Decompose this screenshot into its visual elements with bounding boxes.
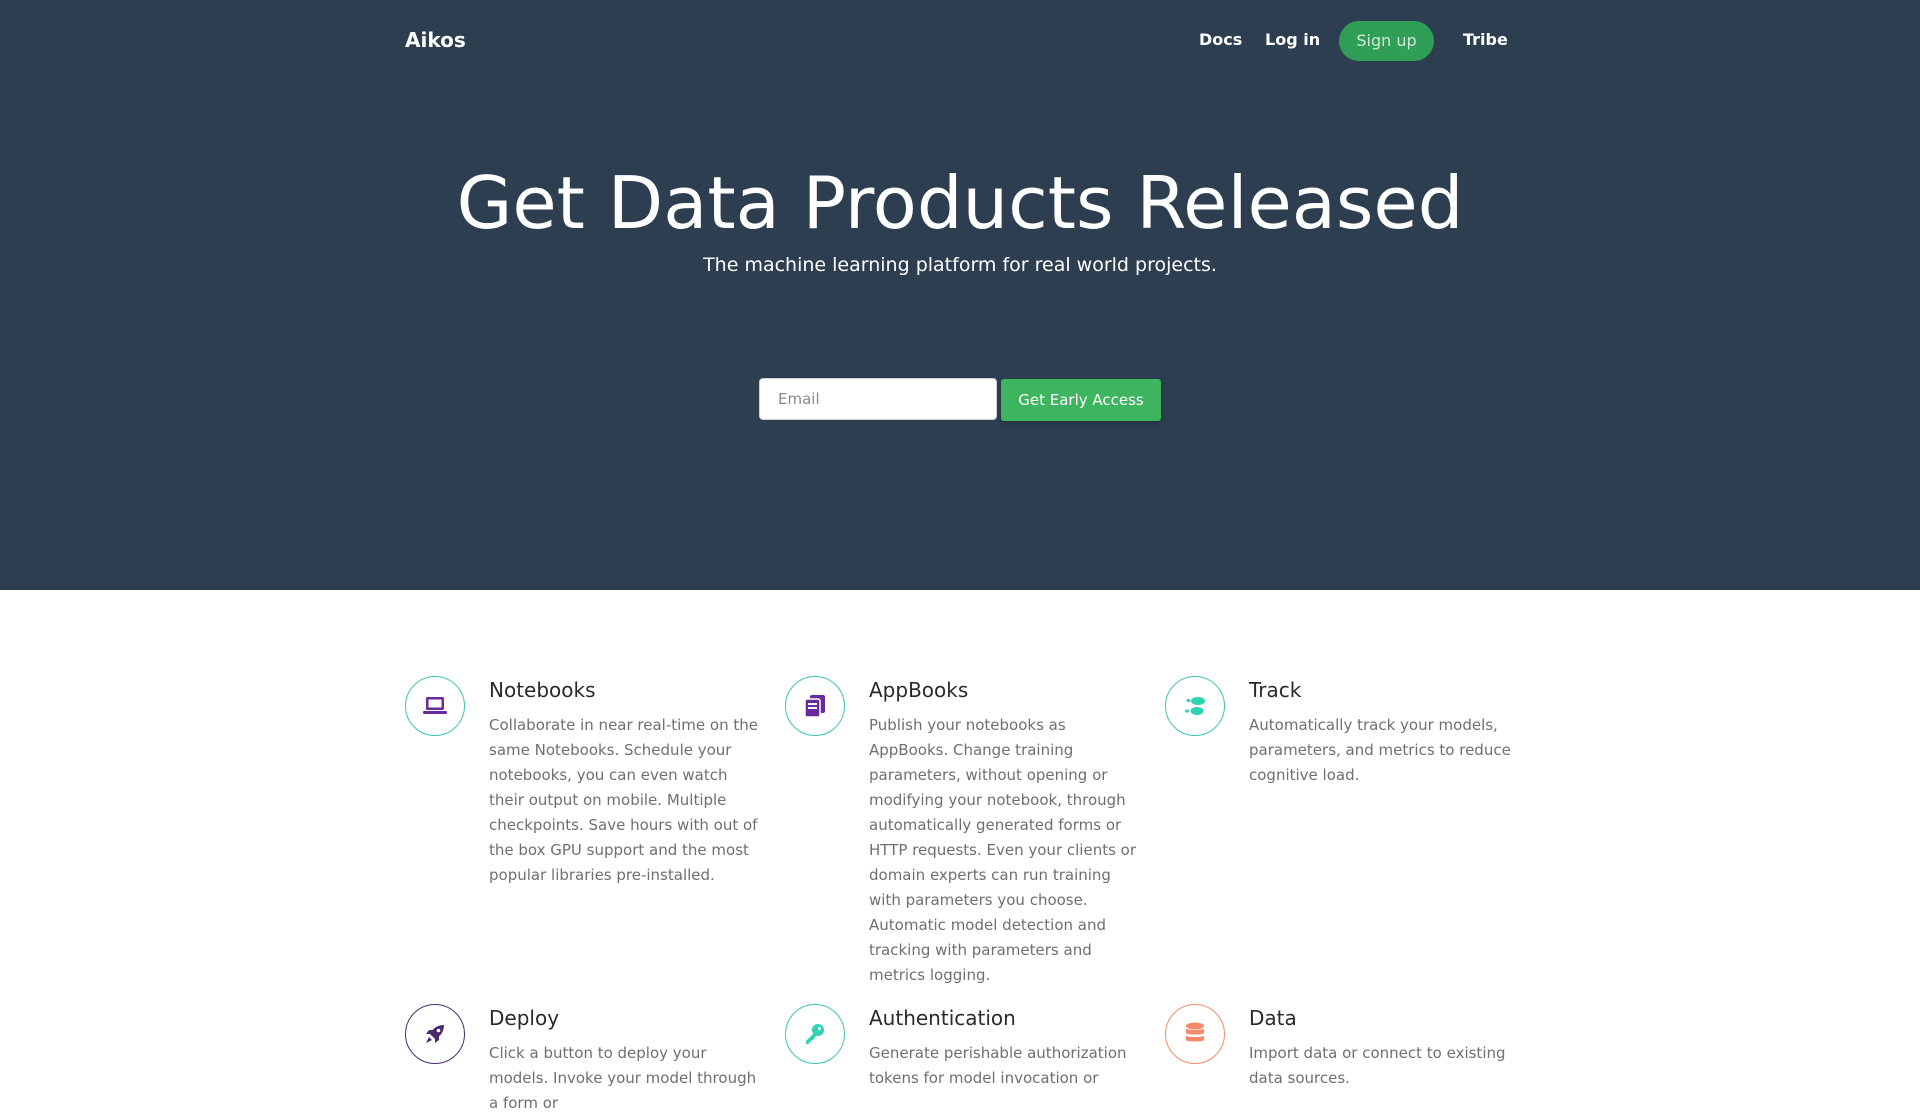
rocket-icon bbox=[405, 1004, 465, 1064]
feature-description: Import data or connect to existing data … bbox=[1249, 1044, 1506, 1087]
feature-description: Publish your notebooks as AppBooks. Chan… bbox=[869, 716, 1137, 984]
feature-description: Automatically track your models, paramet… bbox=[1249, 716, 1511, 784]
database-icon bbox=[1165, 1004, 1225, 1064]
nav-link-tribe[interactable]: Tribe bbox=[1463, 29, 1508, 51]
laptop-icon bbox=[405, 676, 465, 736]
feature-title: Notebooks bbox=[489, 678, 596, 702]
signup-button[interactable]: Sign up bbox=[1339, 21, 1434, 61]
feature-description: Generate perishable authorization tokens… bbox=[869, 1044, 1127, 1087]
hero-title: Get Data Products Released bbox=[456, 161, 1464, 245]
hero-section: Aikos Docs Log in Sign up Tribe Get Data… bbox=[0, 0, 1920, 590]
key-icon bbox=[785, 1004, 845, 1064]
nav-link-docs[interactable]: Docs bbox=[1199, 29, 1242, 51]
feature-description: Click a button to deploy your models. In… bbox=[489, 1044, 757, 1112]
stacked-pages-icon bbox=[785, 676, 845, 736]
hero-subtitle: The machine learning platform for real w… bbox=[703, 254, 1217, 276]
feature-title: Authentication bbox=[869, 1006, 1016, 1030]
footprints-icon bbox=[1165, 676, 1225, 736]
feature-title: Data bbox=[1249, 1006, 1297, 1030]
brand-logo[interactable]: Aikos bbox=[405, 26, 466, 54]
nav-link-login[interactable]: Log in bbox=[1265, 29, 1320, 51]
feature-title: Deploy bbox=[489, 1006, 560, 1030]
feature-title: Track bbox=[1249, 678, 1302, 702]
feature-title: AppBooks bbox=[869, 678, 969, 702]
get-early-access-button[interactable]: Get Early Access bbox=[1001, 379, 1161, 421]
email-input[interactable] bbox=[759, 378, 997, 420]
feature-description: Collaborate in near real-time on the sam… bbox=[489, 716, 758, 884]
